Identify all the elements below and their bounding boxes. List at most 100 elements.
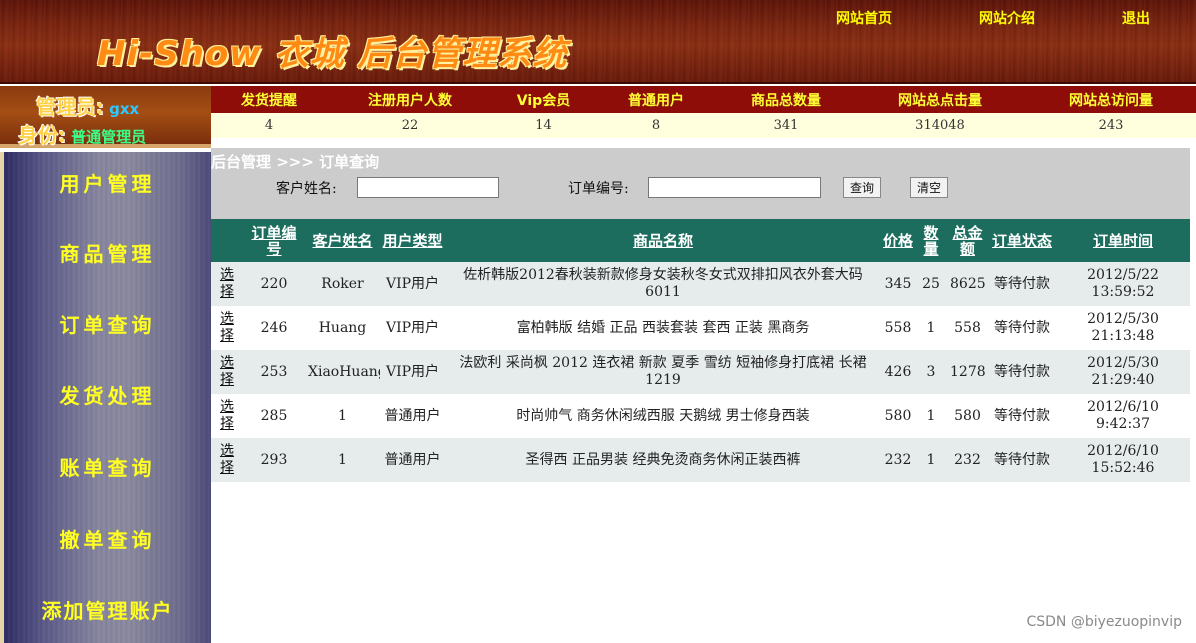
user-type-cell: 普通用户	[380, 394, 445, 438]
product-cell: 富柏韩版 结婚 正品 西装套装 套西 正装 黑商务	[445, 306, 881, 350]
stat-value: 341	[773, 118, 799, 133]
select-link[interactable]: 选择	[220, 443, 234, 476]
table-row: 选择 253 XiaoHuang VIP用户 法欧利 采尚枫 2012 连衣裙 …	[211, 350, 1190, 394]
status-cell: 等待付款	[988, 350, 1056, 394]
user-type-cell: VIP用户	[380, 306, 445, 350]
quantity-cell: 25	[915, 262, 947, 306]
order-id-cell: 246	[243, 306, 305, 350]
table-row: 选择 285 1 普通用户 时尚帅气 商务休闲绒西服 天鹅绒 男士修身西装 58…	[211, 394, 1190, 438]
time-cell: 2012/6/10 15:52:46	[1056, 438, 1190, 482]
table-header-row: 订单编号 客户姓名 用户类型 商品名称 价格 数量 总金额 订单状态 订单时间	[211, 219, 1190, 262]
admin-label: 管理员:	[36, 95, 104, 119]
sidebar-item-bill-query[interactable]: 账单查询	[4, 452, 211, 481]
order-id-label: 订单编号:	[568, 181, 629, 197]
column-header-select	[211, 219, 243, 262]
nav-home-link[interactable]: 网站首页	[836, 8, 892, 28]
query-button[interactable]: 查询	[843, 177, 882, 198]
stat-header: 网站总点击量	[898, 92, 982, 109]
price-cell: 580	[881, 394, 915, 438]
stats-value-row: 4 22 14 8 341 314048 243	[211, 113, 1196, 138]
stat-value: 4	[264, 118, 274, 133]
sidebar-item-order-query[interactable]: 订单查询	[4, 309, 211, 338]
stat-value: 8	[651, 118, 661, 133]
select-cell: 选择	[211, 262, 243, 306]
stat-value: 22	[401, 118, 419, 133]
orders-table: 订单编号 客户姓名 用户类型 商品名称 价格 数量 总金额 订单状态 订单时间 …	[211, 219, 1190, 482]
status-cell: 等待付款	[988, 438, 1056, 482]
stat-value: 14	[535, 118, 552, 133]
user-type-cell: VIP用户	[380, 262, 445, 306]
price-cell: 232	[881, 438, 915, 482]
order-id-cell: 285	[243, 394, 305, 438]
column-header-status[interactable]: 订单状态	[988, 219, 1056, 262]
user-type-cell: VIP用户	[380, 350, 445, 394]
stat-value: 314048	[915, 118, 965, 133]
customer-name-input[interactable]	[357, 177, 499, 198]
stat-header: Vip会员	[516, 92, 571, 109]
site-title: Hi-Show 衣城 后台管理系统	[97, 34, 568, 74]
sidebar: 用户管理 商品管理 订单查询 发货处理 账单查询 撤单查询 添加管理账户	[0, 152, 211, 643]
user-type-cell: 普通用户	[380, 438, 445, 482]
watermark-text: CSDN @biyezuopinvip	[1026, 614, 1182, 630]
customer-cell: Roker	[305, 262, 380, 306]
nav-logout-link[interactable]: 退出	[1122, 8, 1150, 28]
sidebar-item-shipping[interactable]: 发货处理	[4, 380, 211, 409]
order-id-cell: 253	[243, 350, 305, 394]
admin-role-row: 身份: 普通管理员	[18, 119, 146, 148]
select-link[interactable]: 选择	[220, 355, 234, 388]
column-header-order-id[interactable]: 订单编号	[243, 219, 305, 262]
stat-value: 243	[1098, 118, 1124, 133]
customer-cell: XiaoHuang	[305, 350, 380, 394]
sidebar-item-user-management[interactable]: 用户管理	[4, 168, 211, 197]
admin-info: 管理员: gxx 身份: 普通管理员	[0, 86, 211, 148]
select-cell: 选择	[211, 306, 243, 350]
stat-header: 商品总数量	[751, 92, 821, 109]
total-cell: 580	[947, 394, 988, 438]
stat-header: 注册用户人数	[368, 92, 452, 109]
stat-header: 网站总访问量	[1069, 92, 1153, 109]
table-row: 选择 293 1 普通用户 圣得西 正品男装 经典免烫商务休闲正装西裤 232 …	[211, 438, 1190, 482]
search-panel: 后台管理 >>> 订单查询 客户姓名: 订单编号: 查询 清空	[211, 148, 1190, 219]
order-id-input[interactable]	[648, 177, 821, 198]
time-cell: 2012/5/22 13:59:52	[1056, 262, 1190, 306]
product-cell: 法欧利 采尚枫 2012 连衣裙 新款 夏季 雪纺 短袖修身打底裙 长裙 121…	[445, 350, 881, 394]
total-cell: 232	[947, 438, 988, 482]
column-header-user-type[interactable]: 用户类型	[380, 219, 445, 262]
column-header-price[interactable]: 价格	[881, 219, 915, 262]
select-link[interactable]: 选择	[220, 399, 234, 432]
admin-name: gxx	[109, 100, 140, 118]
customer-name-label: 客户姓名:	[276, 181, 337, 197]
stats-bar: 发货提醒 注册用户人数 Vip会员 普通用户 商品总数量 网站总点击量 网站总访…	[211, 86, 1196, 138]
product-cell: 佐析韩版2012春秋装新款修身女装秋冬女式双排扣风衣外套大码6011	[445, 262, 881, 306]
sidebar-item-cancel-query[interactable]: 撤单查询	[4, 524, 211, 553]
product-cell: 时尚帅气 商务休闲绒西服 天鹅绒 男士修身西装	[445, 394, 881, 438]
column-header-time[interactable]: 订单时间	[1056, 219, 1190, 262]
select-link[interactable]: 选择	[220, 311, 234, 344]
sidebar-item-add-admin[interactable]: 添加管理账户	[4, 595, 211, 624]
select-link[interactable]: 选择	[220, 267, 234, 300]
stats-header-row: 发货提醒 注册用户人数 Vip会员 普通用户 商品总数量 网站总点击量 网站总访…	[211, 86, 1196, 113]
time-cell: 2012/6/10 9:42:37	[1056, 394, 1190, 438]
price-cell: 558	[881, 306, 915, 350]
total-cell: 558	[947, 306, 988, 350]
role-label: 身份:	[18, 123, 66, 147]
column-header-quantity[interactable]: 数量	[915, 219, 947, 262]
select-cell: 选择	[211, 350, 243, 394]
customer-cell: 1	[305, 438, 380, 482]
clear-button[interactable]: 清空	[910, 177, 949, 198]
column-header-total[interactable]: 总金额	[947, 219, 988, 262]
total-cell: 8625	[947, 262, 988, 306]
status-cell: 等待付款	[988, 394, 1056, 438]
nav-about-link[interactable]: 网站介绍	[979, 8, 1035, 28]
product-cell: 圣得西 正品男装 经典免烫商务休闲正装西裤	[445, 438, 881, 482]
column-header-customer[interactable]: 客户姓名	[305, 219, 380, 262]
order-id-cell: 293	[243, 438, 305, 482]
quantity-cell: 1	[915, 438, 947, 482]
time-cell: 2012/5/30 21:29:40	[1056, 350, 1190, 394]
status-cell: 等待付款	[988, 306, 1056, 350]
sidebar-item-product-management[interactable]: 商品管理	[4, 238, 211, 267]
order-id-cell: 220	[243, 262, 305, 306]
column-header-product[interactable]: 商品名称	[445, 219, 881, 262]
price-cell: 426	[881, 350, 915, 394]
breadcrumb: 后台管理 >>> 订单查询	[211, 153, 380, 171]
